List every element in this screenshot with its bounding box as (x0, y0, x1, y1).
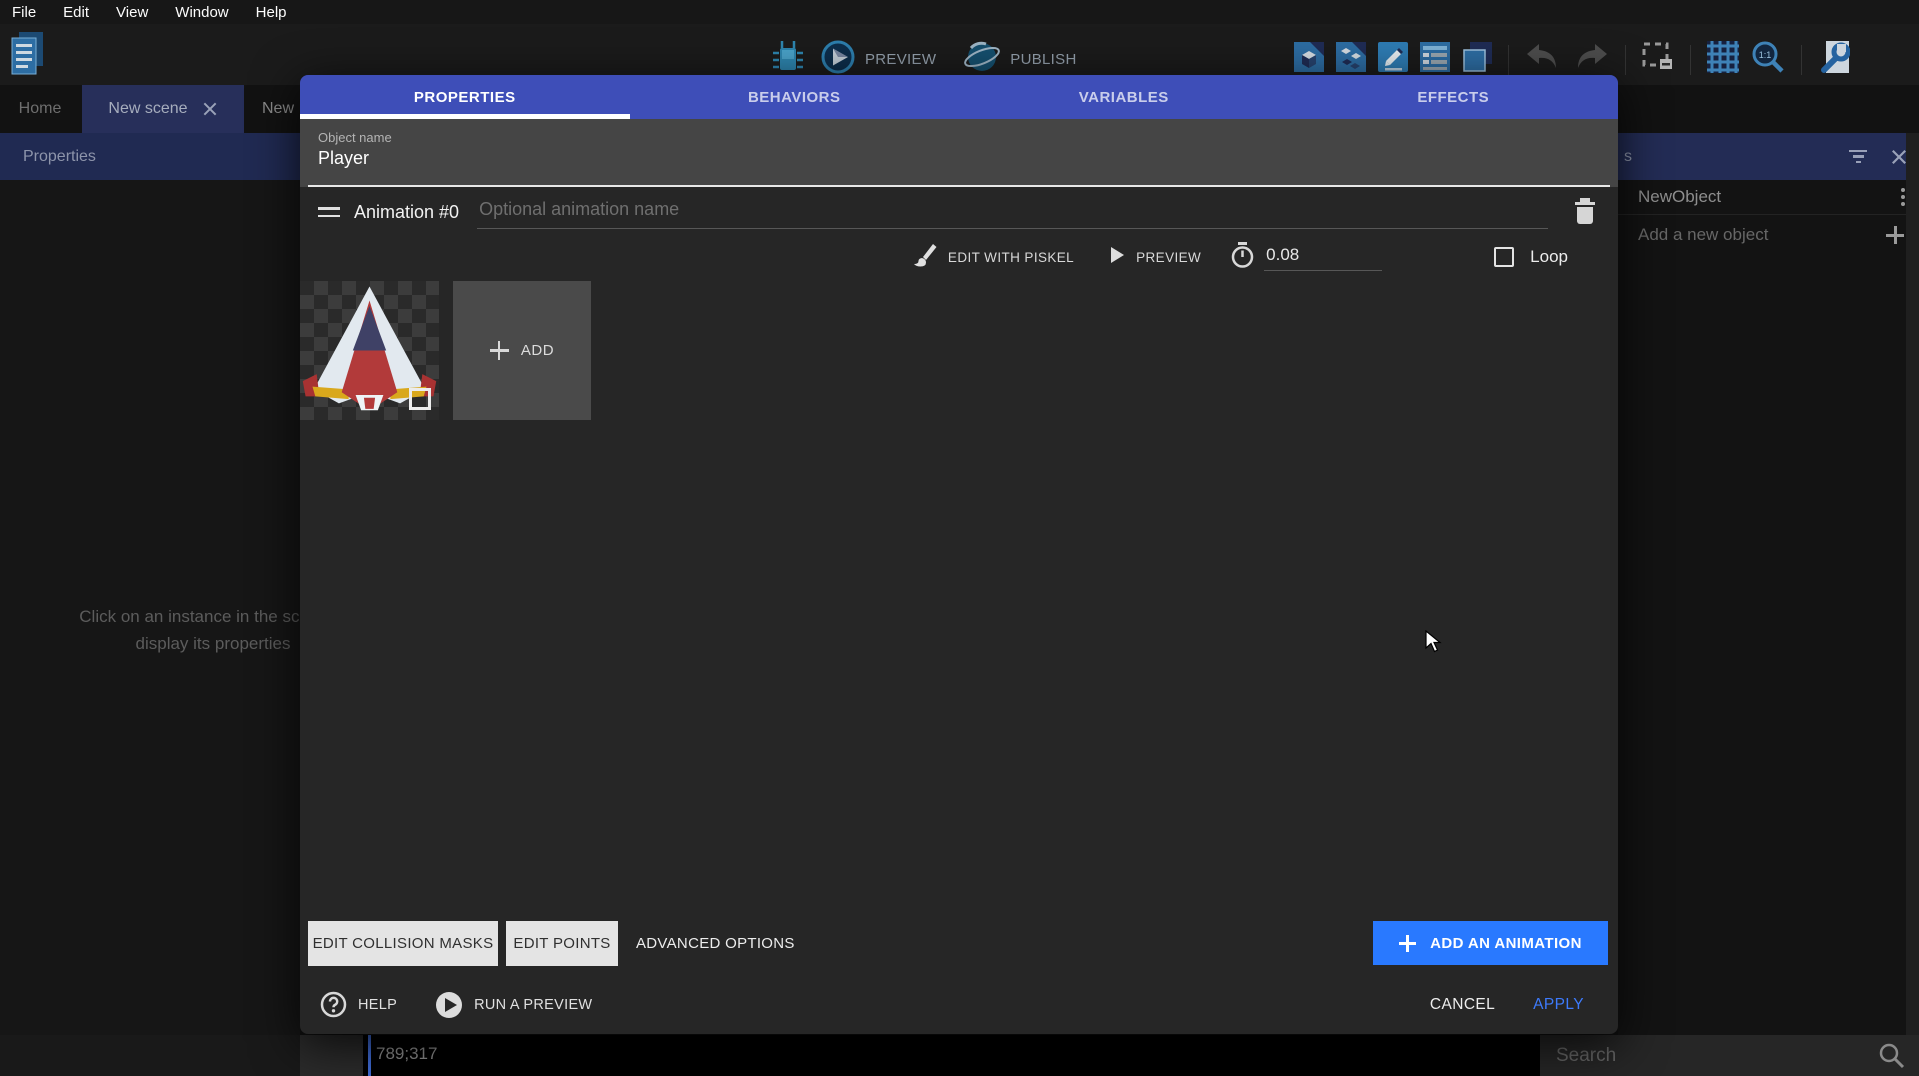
apply-button[interactable]: APPLY (1533, 996, 1584, 1014)
menu-file[interactable]: File (12, 4, 36, 21)
objects-panel-title-partial: s (1624, 148, 1632, 166)
tab-new-scene-label: New scene (108, 100, 187, 118)
frame-select-checkbox[interactable] (409, 388, 431, 410)
brush-icon (912, 242, 938, 273)
object-name-input[interactable] (318, 148, 1598, 169)
tab-effects[interactable]: EFFECTS (1289, 75, 1619, 119)
help-label: HELP (358, 997, 397, 1013)
menu-window[interactable]: Window (175, 4, 228, 21)
animation-controls-row: EDIT WITH PISKEL PREVIEW Loop (300, 237, 1618, 277)
animation-header-row: Animation #0 (300, 187, 1618, 237)
svg-text:1:1: 1:1 (1759, 50, 1772, 60)
run-a-preview-label: RUN A PREVIEW (474, 997, 592, 1013)
tab-behaviors[interactable]: BEHAVIORS (630, 75, 960, 119)
dialog-footer: HELP RUN A PREVIEW CANCEL APPLY (300, 975, 1618, 1034)
properties-panel-header: Properties (0, 133, 300, 180)
menu-bar: File Edit View Window Help (0, 0, 1919, 24)
time-between-frames-input[interactable] (1264, 243, 1382, 271)
add-frame-label: ADD (521, 342, 554, 359)
status-bar-accent (368, 1035, 371, 1076)
object-groups-icon[interactable] (1336, 42, 1366, 77)
object-name-label: Object name (318, 130, 1618, 145)
loop-label: Loop (1530, 247, 1568, 267)
edit-collision-masks-button[interactable]: EDIT COLLISION MASKS (308, 921, 498, 966)
sprite-frame-thumbnail[interactable] (300, 281, 439, 420)
loop-checkbox[interactable] (1494, 247, 1514, 267)
project-manager-icon[interactable] (8, 30, 46, 83)
undo-icon[interactable] (1525, 42, 1561, 77)
events-editor-icon[interactable] (1420, 42, 1450, 77)
status-bar-left (0, 1035, 300, 1076)
cursor-coordinates: 789;317 (376, 1044, 437, 1064)
run-a-preview-button[interactable]: RUN A PREVIEW (435, 991, 592, 1019)
layers-icon[interactable] (1462, 42, 1492, 77)
mouse-cursor (1425, 630, 1447, 659)
menu-edit[interactable]: Edit (63, 4, 89, 21)
object-list-item-label: NewObject (1638, 187, 1721, 207)
grid-icon[interactable] (1707, 41, 1739, 78)
edit-with-piskel-button[interactable]: EDIT WITH PISKEL (948, 250, 1074, 265)
preview-play-icon[interactable] (820, 39, 856, 80)
publish-button[interactable]: PUBLISH (1010, 51, 1076, 68)
play-icon (1108, 245, 1126, 270)
object-editor-dialog: PROPERTIES BEHAVIORS VARIABLES EFFECTS O… (300, 75, 1618, 1034)
tab-new-scene[interactable]: New scene (82, 85, 244, 133)
timer-icon (1229, 241, 1256, 274)
preview-button[interactable]: PREVIEW (865, 51, 936, 68)
tab-properties[interactable]: PROPERTIES (300, 75, 630, 119)
drag-handle-icon[interactable] (318, 207, 340, 217)
animation-name-input[interactable] (477, 195, 1548, 229)
preview-animation-button[interactable]: PREVIEW (1136, 250, 1201, 265)
add-new-object-row[interactable]: Add a new object (1618, 215, 1919, 255)
help-button[interactable]: HELP (320, 991, 397, 1018)
filter-icon[interactable] (1849, 150, 1867, 164)
animation-title: Animation #0 (354, 202, 459, 223)
dialog-tab-bar: PROPERTIES BEHAVIORS VARIABLES EFFECTS (300, 75, 1618, 119)
add-new-object-label: Add a new object (1638, 225, 1768, 245)
cancel-button[interactable]: CANCEL (1430, 996, 1495, 1014)
dialog-action-row: EDIT COLLISION MASKS EDIT POINTS ADVANCE… (300, 920, 1618, 966)
object-list-item[interactable]: NewObject (1618, 180, 1919, 215)
panel-scrollbar[interactable] (1906, 133, 1919, 1035)
help-icon (320, 991, 347, 1018)
plus-icon (490, 341, 509, 360)
status-bar: 789;317 (0, 1035, 1919, 1076)
zoom-1-1-icon[interactable]: 1:1 (1751, 40, 1785, 79)
run-preview-icon (435, 991, 463, 1019)
search-icon (1878, 1042, 1905, 1069)
object-name-field: Object name (300, 119, 1618, 187)
menu-help[interactable]: Help (256, 4, 287, 21)
add-an-animation-label: ADD AN ANIMATION (1430, 935, 1582, 952)
tab-home[interactable]: Home (0, 85, 80, 133)
properties-panel: Properties Click on an instance in the s… (0, 133, 300, 1035)
search-input[interactable] (1556, 1045, 1878, 1067)
add-frame-button[interactable]: ADD (453, 281, 591, 420)
mask-selection-icon[interactable] (1642, 42, 1674, 77)
objects-editor-icon[interactable] (1294, 42, 1324, 77)
debug-icon[interactable] (772, 39, 804, 80)
add-object-plus-icon[interactable] (1885, 225, 1905, 245)
edit-scene-icon[interactable] (1378, 42, 1408, 77)
redo-icon[interactable] (1573, 42, 1609, 77)
gdevelop-window: File Edit View Window Help (0, 0, 1919, 1076)
more-vert-icon[interactable] (1901, 188, 1905, 206)
advanced-options-button[interactable]: ADVANCED OPTIONS (636, 935, 795, 952)
scene-properties-wrench-icon[interactable] (1818, 41, 1850, 78)
edit-points-button[interactable]: EDIT POINTS (506, 921, 618, 966)
objects-panel-header: s (1618, 133, 1919, 180)
animation-frames-row: ADD (300, 281, 591, 420)
add-an-animation-button[interactable]: ADD AN ANIMATION (1373, 921, 1608, 965)
properties-empty-message: Click on an instance in the scene to dis… (12, 603, 300, 657)
search-bar (1540, 1035, 1919, 1076)
status-bar-block (300, 1035, 363, 1076)
objects-panel: s NewObject Add a new object (1618, 133, 1919, 1035)
tab-variables[interactable]: VARIABLES (959, 75, 1289, 119)
close-tab-icon[interactable] (202, 101, 218, 117)
trash-icon[interactable] (1572, 195, 1598, 230)
menu-view[interactable]: View (116, 4, 148, 21)
plus-icon (1399, 935, 1416, 952)
